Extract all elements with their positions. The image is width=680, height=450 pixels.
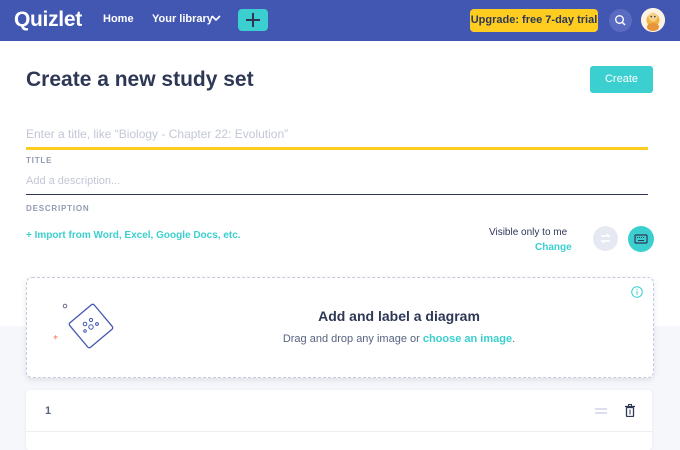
term-divider [26,431,652,432]
diagram-subtitle-text: Drag and drop any image or [282,333,423,345]
info-icon[interactable] [631,286,643,298]
top-navigation-bar: Quizlet Home Your library Upgrade: free … [0,0,680,41]
term-card: 1 [26,390,652,450]
term-number: 1 [45,405,52,417]
diagram-title: Add and label a diagram [318,308,480,324]
nav-home-link[interactable]: Home [103,13,134,25]
keyboard-icon [634,234,648,244]
title-field-label: TITLE [26,156,53,165]
title-input-underline [26,147,648,150]
swap-terms-button[interactable] [593,226,618,251]
diagram-drop-zone[interactable]: * Add and label a diagram Drag and drop … [26,277,654,378]
visibility-status: Visible only to me [489,227,568,238]
avatar[interactable] [641,8,665,32]
diagram-subtitle: Drag and drop any image or choose an ima… [27,333,653,345]
choose-image-link[interactable]: choose an image [423,333,512,345]
import-link[interactable]: + Import from Word, Excel, Google Docs, … [26,230,241,241]
diagram-subtitle-end: . [512,333,516,345]
swap-icon [600,233,611,244]
search-button[interactable] [609,9,632,32]
title-input[interactable] [26,124,648,144]
create-button[interactable]: Create [590,66,653,93]
search-icon [614,14,626,26]
drag-handle-icon[interactable] [595,408,607,414]
chevron-down-icon[interactable] [211,14,221,22]
avatar-image [641,8,665,32]
page-title: Create a new study set [26,68,254,91]
description-input[interactable] [26,172,648,190]
trash-icon[interactable] [624,404,636,417]
keyboard-shortcuts-button[interactable] [628,226,654,252]
quizlet-logo[interactable]: Quizlet [14,8,82,32]
upgrade-button[interactable]: Upgrade: free 7-day trial [470,9,598,32]
change-visibility-link[interactable]: Change [535,242,572,253]
description-field-label: DESCRIPTION [26,204,90,213]
description-input-underline [26,194,648,195]
nav-your-library-link[interactable]: Your library [152,13,213,25]
create-plus-button[interactable] [238,9,268,31]
